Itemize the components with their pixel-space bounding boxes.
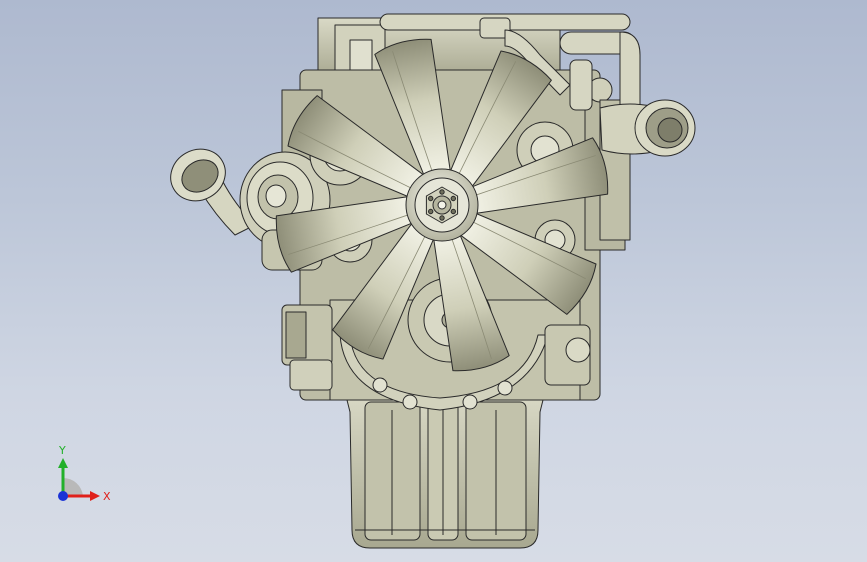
graphics-viewport[interactable]: Y X — [0, 0, 867, 562]
coordinate-triad-icon: Y X — [58, 444, 111, 503]
y-axis-arrowhead — [58, 458, 68, 468]
z-axis-dot — [58, 491, 68, 501]
y-axis-label: Y — [58, 444, 66, 457]
x-axis-arrowhead — [90, 491, 100, 501]
x-axis-label: X — [103, 490, 111, 503]
